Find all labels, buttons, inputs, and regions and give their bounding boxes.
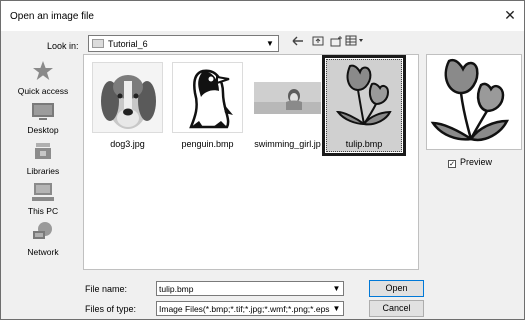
tulip-thumbnail (330, 62, 400, 132)
file-name: tulip.bmp (345, 139, 383, 149)
place-desktop[interactable]: Desktop (8, 101, 78, 135)
dialog-title: Open an image file (10, 11, 94, 22)
place-this-pc[interactable]: This PC (8, 182, 78, 216)
cancel-button[interactable]: Cancel (369, 300, 424, 317)
desktop-icon (8, 101, 78, 123)
checkbox-checked-icon[interactable]: ✓ (448, 160, 456, 168)
back-arrow-icon[interactable] (291, 35, 305, 52)
place-label: Quick access (17, 86, 69, 96)
look-in-label: Look in: (47, 41, 79, 51)
preview-pane (426, 54, 522, 150)
place-label: This PC (27, 206, 59, 216)
folder-icon (92, 39, 104, 48)
place-quick-access[interactable]: Quick access (8, 60, 78, 96)
file-name-value: tulip.bmp (159, 284, 194, 294)
place-label: Desktop (27, 125, 59, 135)
new-folder-icon[interactable] (329, 35, 343, 52)
file-type-value: Image Files(*.bmp;*.tif;*.jpg;*.wmf;*.pn… (159, 304, 330, 314)
dog-thumbnail (92, 62, 163, 133)
tulip-preview-image (430, 58, 510, 142)
file-type-label: Files of type: (85, 304, 137, 314)
file-name-label: File name: (85, 284, 128, 294)
file-item-tulip[interactable]: tulip.bmp (322, 55, 406, 156)
file-name: penguin.bmp (181, 139, 234, 149)
swimming-girl-thumbnail (252, 62, 323, 133)
file-list[interactable]: dog3.jpg penguin.bmp swimming_girl.jp tu… (83, 54, 419, 270)
up-folder-icon[interactable] (311, 35, 325, 52)
place-libraries[interactable]: Libraries (8, 140, 78, 176)
chevron-down-icon[interactable]: ▼ (331, 302, 342, 315)
close-icon[interactable]: ✕ (502, 7, 518, 23)
libraries-icon (8, 140, 78, 164)
file-name: swimming_girl.jp (254, 139, 321, 149)
chevron-down-icon[interactable]: ▼ (264, 37, 276, 50)
places-bar: Quick access Desktop Libraries This PC N… (8, 58, 78, 276)
file-name-input[interactable]: tulip.bmp ▼ (156, 281, 344, 296)
file-item-penguin[interactable]: penguin.bmp (168, 59, 247, 155)
network-icon (8, 221, 78, 245)
file-name: dog3.jpg (110, 139, 145, 149)
look-in-value: Tutorial_6 (108, 39, 148, 49)
file-item-swimming-girl[interactable]: swimming_girl.jp (248, 59, 327, 155)
preview-label: Preview (460, 157, 493, 167)
penguin-thumbnail (172, 62, 243, 133)
view-menu-icon[interactable] (345, 35, 365, 52)
preview-checkbox[interactable]: ✓ Preview (448, 157, 492, 168)
look-in-combo[interactable]: Tutorial_6 ▼ (88, 35, 279, 52)
open-image-dialog: Open an image file ✕ Look in: Tutorial_6… (0, 0, 525, 320)
open-button[interactable]: Open (369, 280, 424, 297)
file-item-dog[interactable]: dog3.jpg (88, 59, 167, 155)
star-icon (8, 60, 78, 84)
pc-icon (8, 182, 78, 204)
title-bar: Open an image file ✕ (1, 1, 524, 31)
place-network[interactable]: Network (8, 221, 78, 257)
place-label: Network (27, 247, 59, 257)
file-type-select[interactable]: Image Files(*.bmp;*.tif;*.jpg;*.wmf;*.pn… (156, 301, 344, 316)
chevron-down-icon[interactable]: ▼ (331, 282, 342, 295)
place-label: Libraries (26, 166, 60, 176)
